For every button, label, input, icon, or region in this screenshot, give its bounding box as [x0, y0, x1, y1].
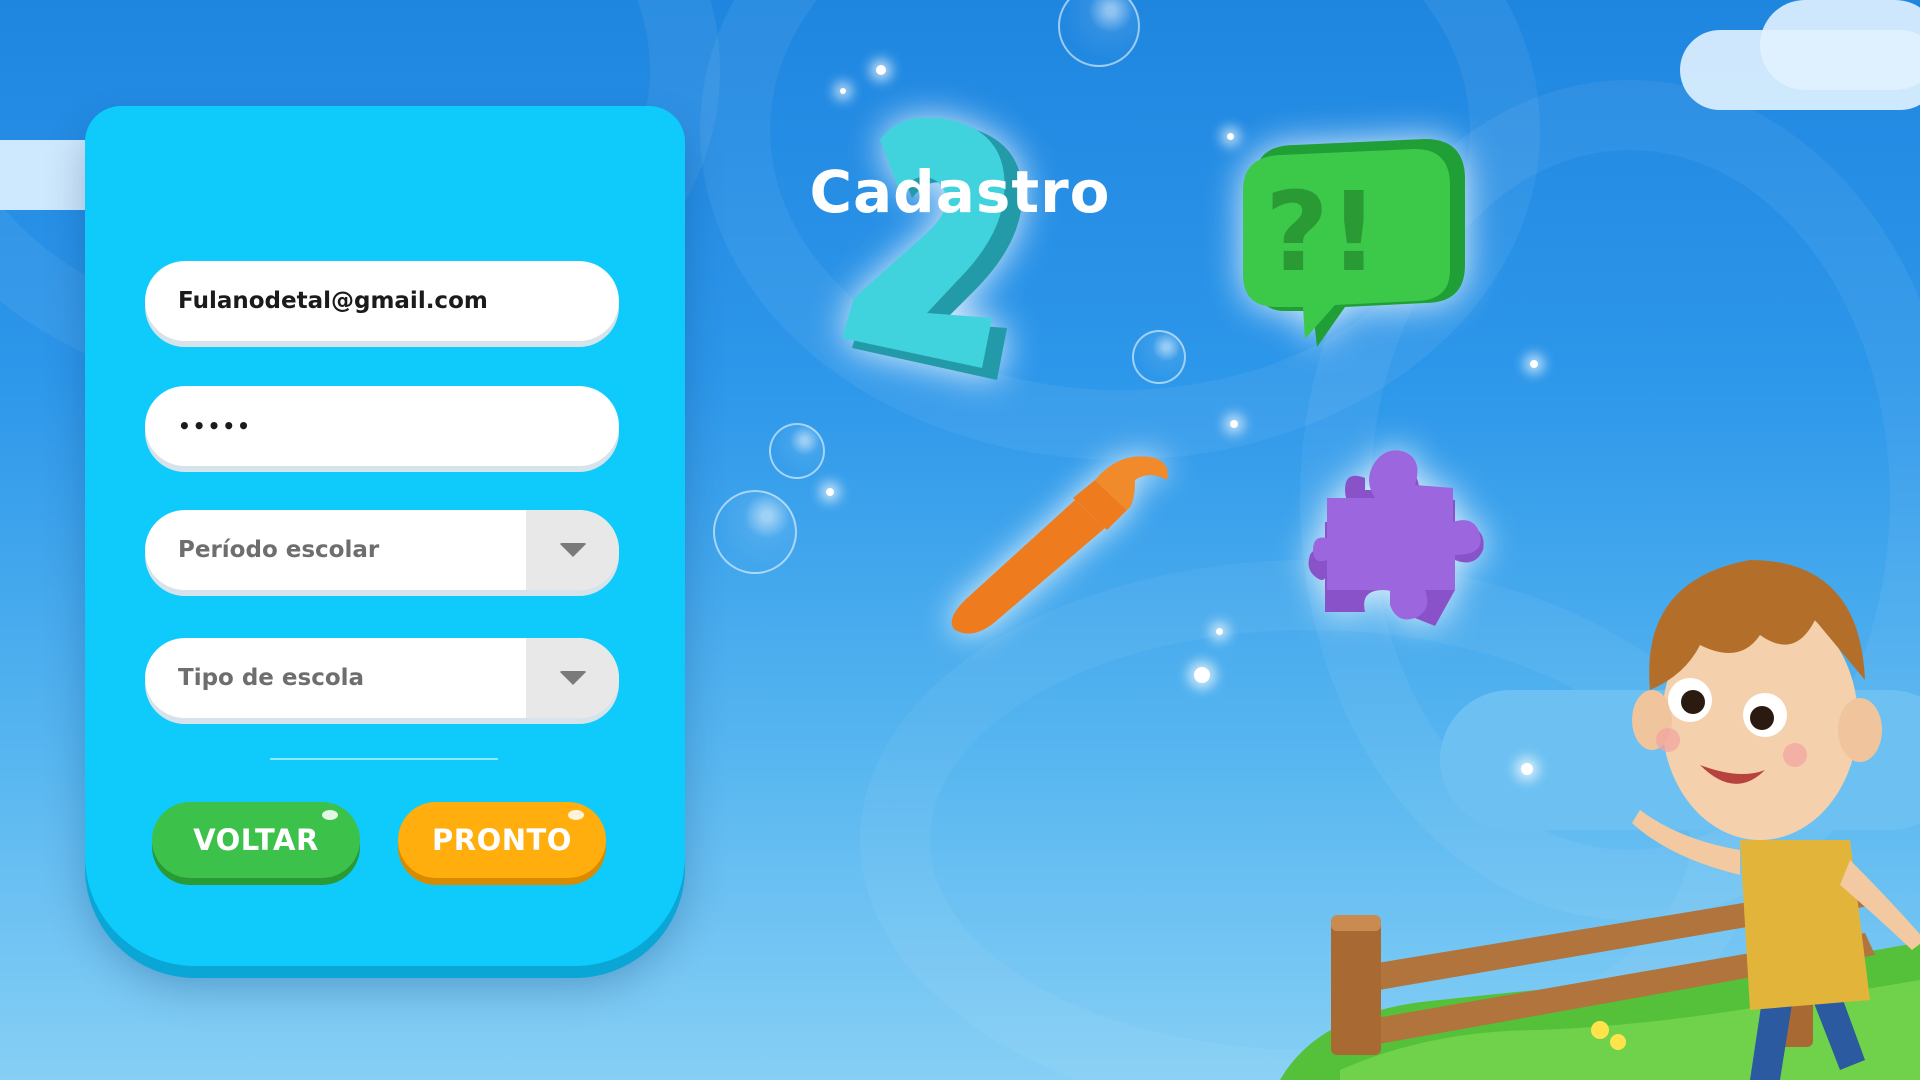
caret-down-icon	[558, 543, 587, 557]
sparkle	[826, 488, 834, 496]
school-period-dropdown-toggle[interactable]	[526, 510, 619, 590]
email-field[interactable]: Fulanodetal@gmail.com	[145, 261, 619, 341]
sparkle	[1230, 420, 1238, 428]
password-value: •••••	[178, 414, 252, 438]
puzzle-piece-icon	[1305, 440, 1495, 640]
email-value: Fulanodetal@gmail.com	[178, 288, 488, 314]
paintbrush-icon	[945, 450, 1175, 640]
sparkle	[1521, 763, 1533, 775]
bubble	[1132, 330, 1186, 384]
school-type-dropdown-toggle[interactable]	[526, 638, 619, 718]
divider	[270, 758, 498, 760]
sparkle	[876, 65, 886, 75]
background-scene: 2 ?!	[0, 0, 1920, 1080]
password-field[interactable]: •••••	[145, 386, 619, 466]
sparkle	[1530, 360, 1538, 368]
boy-character	[1590, 540, 1920, 1080]
done-button-label: PRONTO	[432, 823, 572, 857]
cloud	[1760, 0, 1920, 90]
school-type-placeholder: Tipo de escola	[178, 665, 365, 691]
back-button-label: VOLTAR	[193, 823, 319, 857]
button-shine	[322, 810, 338, 820]
school-period-select[interactable]: Período escolar	[145, 510, 619, 590]
button-shine	[568, 810, 584, 820]
bubble	[713, 490, 797, 574]
school-type-select[interactable]: Tipo de escola	[145, 638, 619, 718]
bubble	[769, 423, 825, 479]
back-button[interactable]: VOLTAR	[152, 802, 360, 878]
sparkle	[1194, 667, 1210, 683]
school-period-placeholder: Período escolar	[178, 537, 380, 563]
caret-down-icon	[558, 671, 587, 685]
done-button[interactable]: PRONTO	[398, 802, 606, 878]
page-title: Cadastro	[809, 158, 1111, 226]
sparkle	[1216, 628, 1223, 635]
sparkle	[840, 88, 846, 94]
